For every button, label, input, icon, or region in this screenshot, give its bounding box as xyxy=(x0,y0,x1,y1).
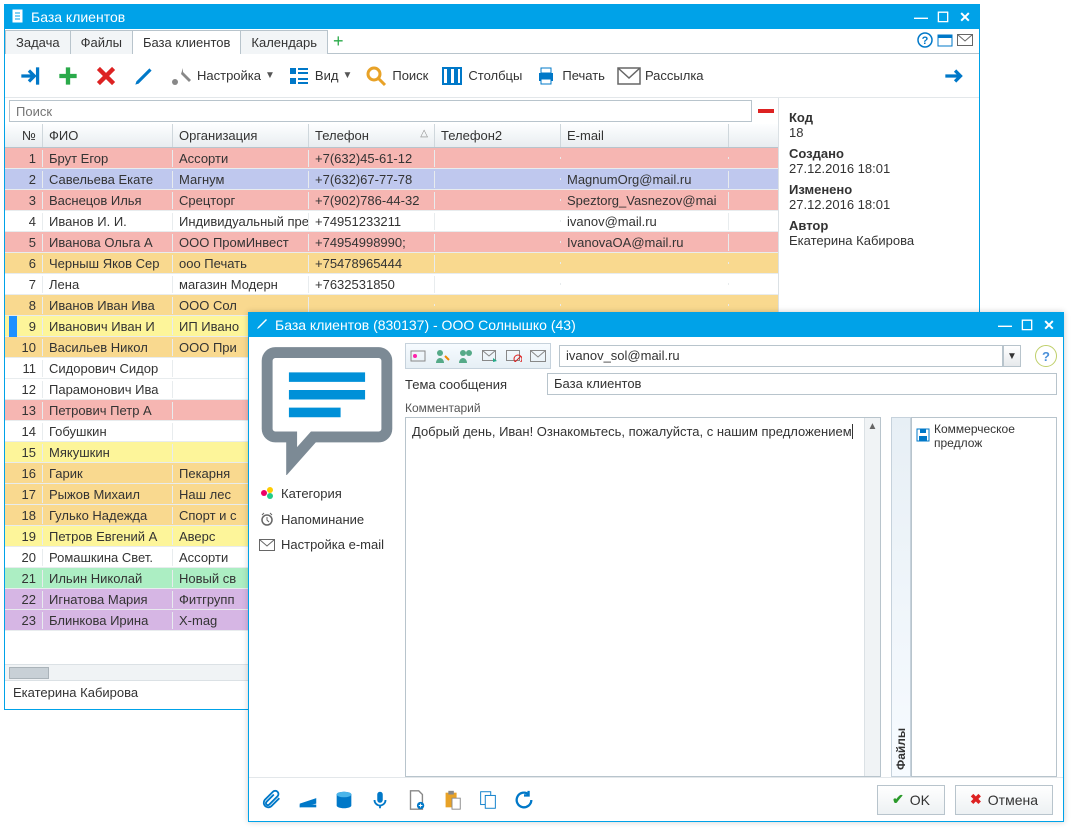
table-row[interactable]: 3Васнецов ИльяСрецторг+7(902)786-44-32Sp… xyxy=(5,190,778,211)
maximize-button[interactable]: ☐ xyxy=(935,10,951,24)
to-dropdown-button[interactable]: ▼ xyxy=(1003,345,1021,367)
created-value: 27.12.2016 18:01 xyxy=(789,161,969,176)
sort-asc-icon: △ xyxy=(420,128,428,139)
msg-titlebar[interactable]: База клиентов (830137) - ООО Солнышко (4… xyxy=(249,313,1063,337)
tab-task[interactable]: Задача xyxy=(5,30,71,54)
col-num[interactable]: № xyxy=(5,124,43,147)
refresh-icon[interactable] xyxy=(511,787,537,813)
col-tel2[interactable]: Телефон2 xyxy=(435,124,561,147)
speech-bubble-icon xyxy=(259,339,395,475)
to-field[interactable]: ivanov_sol@mail.ru xyxy=(559,345,1003,367)
comment-label: Комментарий xyxy=(405,401,1057,415)
delete-icon[interactable] xyxy=(89,61,123,91)
doc-add-icon[interactable] xyxy=(403,787,429,813)
user-card-icon[interactable] xyxy=(408,346,428,366)
msg-minimize-button[interactable]: — xyxy=(997,318,1013,332)
msg-main: ivanov_sol@mail.ru ▼ ? Тема сообщения Ба… xyxy=(405,337,1063,777)
svg-text:?: ? xyxy=(922,35,929,47)
files-list[interactable]: Коммерческое предлож xyxy=(911,417,1057,777)
status-user: Екатерина Кабирова xyxy=(13,685,138,700)
print-button[interactable]: Печать xyxy=(530,62,609,90)
main-titlebar[interactable]: База клиентов — ☐ ✕ xyxy=(5,5,979,29)
mail-go-icon[interactable] xyxy=(480,346,500,366)
add-icon[interactable] xyxy=(51,61,85,91)
col-tel[interactable]: Телефон△ xyxy=(309,124,435,147)
msg-maximize-button[interactable]: ☐ xyxy=(1019,318,1035,332)
scanner-icon[interactable] xyxy=(295,787,321,813)
document-icon xyxy=(11,9,25,26)
reminder-option[interactable]: Напоминание xyxy=(259,511,364,527)
settings-button[interactable]: Настройка▼ xyxy=(165,62,279,90)
msg-title: База клиентов (830137) - ООО Солнышко (4… xyxy=(275,317,576,333)
msg-mini-toolbar xyxy=(405,343,551,369)
table-row[interactable]: 2Савельева ЕкатеМагнум+7(632)67-77-78Mag… xyxy=(5,169,778,190)
table-row[interactable]: 6Черныш Яков Серооо Печать+75478965444 xyxy=(5,253,778,274)
user-edit-icon[interactable] xyxy=(432,346,452,366)
help-icon[interactable]: ? xyxy=(917,32,933,51)
files-tab[interactable]: Файлы xyxy=(891,417,911,777)
minimize-button[interactable]: — xyxy=(913,10,929,24)
arrow-in-icon[interactable] xyxy=(13,61,47,91)
mail-plain-icon[interactable] xyxy=(528,346,548,366)
mailing-button[interactable]: Рассылка xyxy=(613,62,708,90)
table-row[interactable]: 1Брут ЕгорАссорти+7(632)45-61-12 xyxy=(5,148,778,169)
cal-small-icon[interactable] xyxy=(937,32,953,51)
comment-textarea[interactable]: Добрый день, Иван! Ознакомьтесь, пожалуй… xyxy=(405,417,881,777)
copy-icon[interactable] xyxy=(475,787,501,813)
clear-search-icon[interactable] xyxy=(758,109,774,113)
tab-bar: Задача Файлы База клиентов Календарь + ? xyxy=(5,29,979,54)
main-toolbar: Настройка▼ Вид▼ Поиск Столбцы Печать Рас… xyxy=(5,54,979,98)
subject-field[interactable]: База клиентов xyxy=(547,373,1057,395)
arrow-next-icon[interactable] xyxy=(937,61,971,91)
col-email[interactable]: E-mail xyxy=(561,124,729,147)
mail-block-icon[interactable] xyxy=(504,346,524,366)
author-value: Екатерина Кабирова xyxy=(789,233,969,248)
created-label: Создано xyxy=(789,146,969,161)
floppy-icon xyxy=(916,428,930,445)
table-row[interactable]: 5Иванова Ольга АООО ПромИнвест+749549989… xyxy=(5,232,778,253)
msg-bottom-toolbar: ✔OK ✖Отмена xyxy=(249,777,1063,821)
grid-header: № ФИО Организация Телефон△ Телефон2 E-ma… xyxy=(5,124,778,148)
cancel-button[interactable]: ✖Отмена xyxy=(955,785,1053,815)
main-title: База клиентов xyxy=(31,9,125,25)
message-window: База клиентов (830137) - ООО Солнышко (4… xyxy=(248,312,1064,822)
attach-icon[interactable] xyxy=(259,787,285,813)
ok-button[interactable]: ✔OK xyxy=(877,785,945,815)
view-button[interactable]: Вид▼ xyxy=(283,62,356,90)
col-fio[interactable]: ФИО xyxy=(43,124,173,147)
msg-help-icon[interactable]: ? xyxy=(1035,345,1057,367)
mail-small-icon[interactable] xyxy=(957,33,973,49)
subject-label: Тема сообщения xyxy=(405,377,539,392)
database-icon[interactable] xyxy=(331,787,357,813)
edit-icon[interactable] xyxy=(127,61,161,91)
col-org[interactable]: Организация xyxy=(173,124,309,147)
close-button[interactable]: ✕ xyxy=(957,10,973,24)
columns-button[interactable]: Столбцы xyxy=(436,62,526,90)
msg-close-button[interactable]: ✕ xyxy=(1041,318,1057,332)
table-row[interactable]: 4Иванов И. И.Индивидуальный пре+74951233… xyxy=(5,211,778,232)
mail-settings-option[interactable]: Настройка e-mail xyxy=(259,537,384,552)
category-option[interactable]: Категория xyxy=(259,485,342,501)
code-label: Код xyxy=(789,110,969,125)
textarea-scrollbar[interactable]: ▲ xyxy=(864,418,880,776)
tab-files[interactable]: Файлы xyxy=(70,30,133,54)
file-item[interactable]: Коммерческое предлож xyxy=(916,422,1052,450)
pencil-icon xyxy=(255,317,269,334)
code-value: 18 xyxy=(789,125,969,140)
msg-sidebar: Категория Напоминание Настройка e-mail xyxy=(249,337,405,777)
changed-value: 27.12.2016 18:01 xyxy=(789,197,969,212)
changed-label: Изменено xyxy=(789,182,969,197)
table-row[interactable]: 7Ленамагазин Модерн+7632531850 xyxy=(5,274,778,295)
users-icon[interactable] xyxy=(456,346,476,366)
paste-icon[interactable] xyxy=(439,787,465,813)
tab-clients[interactable]: База клиентов xyxy=(132,30,241,54)
mic-icon[interactable] xyxy=(367,787,393,813)
author-label: Автор xyxy=(789,218,969,233)
add-tab-button[interactable]: + xyxy=(327,31,350,52)
tab-calendar[interactable]: Календарь xyxy=(240,30,328,54)
search-input[interactable] xyxy=(9,100,752,122)
search-button[interactable]: Поиск xyxy=(360,62,432,90)
